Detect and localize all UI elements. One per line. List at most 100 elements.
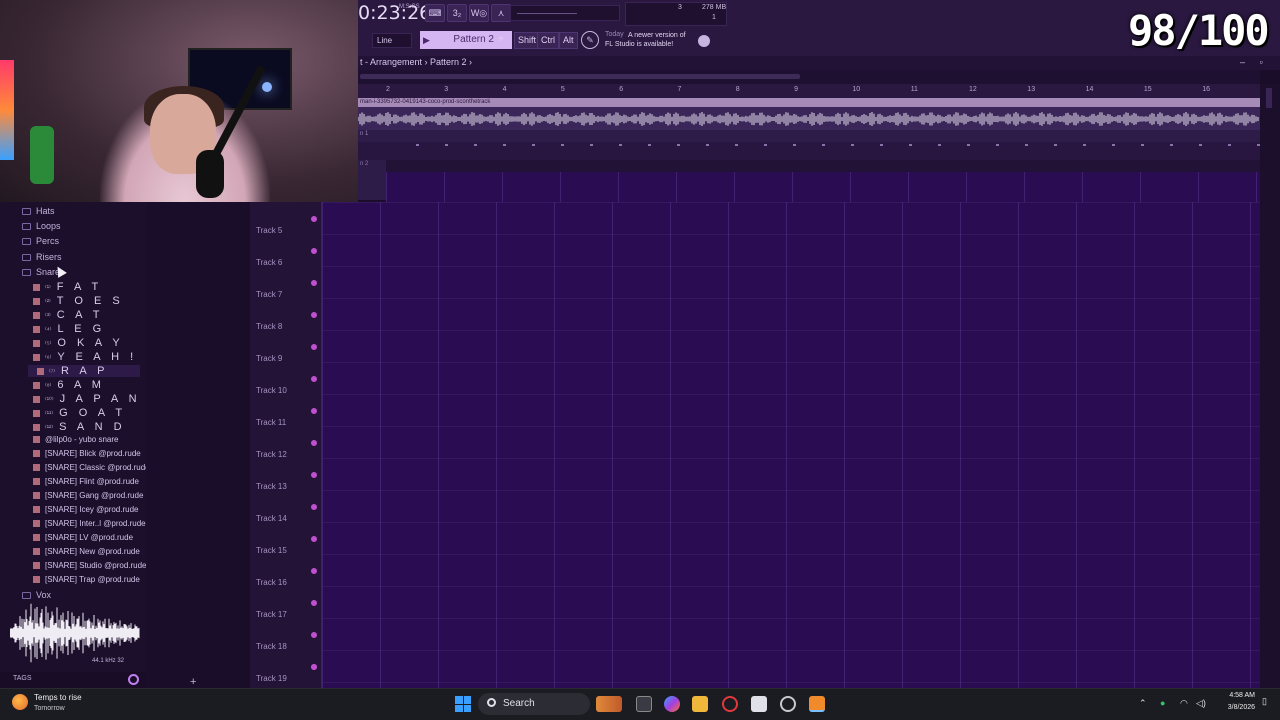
track-label[interactable]: Track 7 [256,290,282,299]
master-pitch-slider[interactable] [510,5,620,21]
track-mute-led[interactable] [311,280,317,286]
breadcrumb[interactable]: t - Arrangement › Pattern 2 › [360,57,472,67]
search-icon[interactable] [128,674,139,685]
metronome-icon[interactable]: ⋏ [491,4,511,22]
news-text[interactable]: A newer version of [628,31,698,40]
file-explorer-icon[interactable] [692,696,708,712]
track-mute-led[interactable] [311,632,317,638]
track-mute-led[interactable] [311,536,317,542]
sample-item[interactable]: [SNARE] LV @prod.rude [33,533,133,542]
alt-key-button[interactable]: Alt [559,32,578,49]
track-label[interactable]: Track 9 [256,354,282,363]
track-mute-led[interactable] [311,408,317,414]
clock-date[interactable]: 3/8/2026 [1214,704,1255,711]
audio-clip-header[interactable] [358,98,1260,107]
add-track-button[interactable]: + [190,676,196,688]
ctrl-key-button[interactable]: Ctrl [537,32,559,49]
sample-preview-waveform[interactable] [10,600,140,666]
ruler-bar-number[interactable]: 12 [969,86,977,93]
weather-text[interactable]: Temps to rise [34,693,82,702]
chevron-up-icon[interactable]: ⌃ [1139,698,1147,709]
ruler-bar-number[interactable]: 11 [911,86,918,93]
vertical-scrollbar[interactable] [1260,84,1280,688]
song-time-display[interactable]: 0:23:26 [358,2,431,24]
playlist-grid[interactable] [322,202,1260,688]
ruler-bar-number[interactable]: 7 [678,86,682,93]
sample-item[interactable]: ⁽¹⁾ F A T [33,281,102,293]
store-icon[interactable] [751,696,767,712]
wifi-icon[interactable]: ◠ [1180,698,1188,709]
sample-item[interactable]: ⁽²⁾ T O E S [33,295,124,307]
ruler-bar-number[interactable]: 15 [1144,86,1152,93]
sample-item[interactable]: [SNARE] Flint @prod.rude [33,477,139,486]
ruler-bar-number[interactable]: 16 [1202,86,1210,93]
track-label[interactable]: Track 12 [256,450,287,459]
sample-item[interactable]: ⁽¹⁰⁾ J A P A N [33,393,141,405]
step-edit-icon[interactable]: 3₂ [447,4,467,22]
sample-item[interactable]: ⁽⁴⁾ L E G [33,323,105,335]
track-mute-led[interactable] [311,504,317,510]
ruler-bar-number[interactable]: 8 [736,86,740,93]
ruler-bar-number[interactable]: 9 [794,86,798,93]
track-label[interactable]: Track 11 [256,418,286,427]
sample-item[interactable]: ⁽³⁾ C A T [33,309,103,321]
ruler-bar-number[interactable]: 3 [444,86,448,93]
tags-label[interactable]: TAGS [13,675,32,682]
sample-item[interactable]: ⁽⁷⁾ R A P [28,365,140,377]
track-label[interactable]: Track 18 [256,642,287,651]
track-mute-led[interactable] [311,216,317,222]
windows-start-icon[interactable] [455,696,471,712]
sample-item[interactable]: ⁽¹¹⁾ G O A T [33,407,126,419]
track-mute-led[interactable] [311,344,317,350]
sample-item[interactable]: ⁽⁵⁾ O K A Y [33,337,124,349]
folder-vox[interactable]: Vox [22,590,51,600]
sample-item[interactable]: [SNARE] Blick @prod.rude [33,449,141,458]
copilot-icon[interactable] [664,696,680,712]
track-label[interactable]: Track 19 [256,674,287,683]
widget-icon[interactable] [596,696,622,712]
folder-percs[interactable]: Percs [22,236,59,246]
timeline-ruler[interactable]: 2 3 4 5 6 7 8 9 10 11 12 13 14 15 16 [358,84,1260,98]
track-label[interactable]: Track 16 [256,578,287,587]
track-mute-led[interactable] [311,664,317,670]
pattern-clip-lane[interactable] [358,142,1260,160]
microphone-icon[interactable]: ● [1160,698,1165,708]
track-mute-led[interactable] [311,472,317,478]
opera-icon[interactable] [722,696,738,712]
ruler-bar-number[interactable]: 6 [619,86,623,93]
horizontal-scrollbar[interactable] [358,70,1260,84]
task-view-icon[interactable] [636,696,652,712]
ruler-bar-number[interactable]: 5 [561,86,565,93]
folder-loops[interactable]: Loops [22,221,61,231]
sample-item[interactable]: @lilp0o - yubo snare [33,435,119,444]
sample-item[interactable]: [SNARE] Inter..l @prod.rude [33,519,146,528]
track-mute-led[interactable] [311,600,317,606]
track-mute-led[interactable] [311,312,317,318]
fl-studio-icon[interactable] [809,696,825,712]
ruler-bar-number[interactable]: 10 [852,86,860,93]
track-label[interactable]: Track 13 [256,482,287,491]
track-mute-led[interactable] [311,376,317,382]
sample-item[interactable]: ⁽⁸⁾ 6 A M [33,379,105,391]
weather-icon[interactable] [12,694,28,710]
ruler-bar-number[interactable]: 2 [386,86,390,93]
typing-keyboard-icon[interactable]: ⌨ [425,4,445,22]
news-icon[interactable]: ✎ [581,31,599,49]
sample-item[interactable]: ⁽¹²⁾ S A N D [33,421,126,433]
sample-item[interactable]: [SNARE] Classic @prod.rude [33,463,150,472]
settings-gear-icon[interactable] [780,696,796,712]
playlist-grid-top[interactable] [386,172,1260,202]
wait-record-icon[interactable]: W◎ [469,4,489,22]
track-label[interactable]: Track 14 [256,514,287,523]
notification-icon[interactable]: ▯ [1262,696,1267,707]
sample-item[interactable]: [SNARE] Trap @prod.rude [33,575,140,584]
track-mute-led[interactable] [311,440,317,446]
sample-item[interactable]: [SNARE] Gang @prod.rude [33,491,143,500]
ruler-bar-number[interactable]: 4 [503,86,507,93]
snap-select[interactable]: Line [372,33,412,48]
volume-icon[interactable]: ◁) [1196,698,1206,709]
add-pattern-button[interactable]: + [498,34,504,45]
clock-time[interactable]: 4:58 AM [1221,692,1255,699]
folder-risers[interactable]: Risers [22,252,62,262]
track-label[interactable]: Track 15 [256,546,287,555]
